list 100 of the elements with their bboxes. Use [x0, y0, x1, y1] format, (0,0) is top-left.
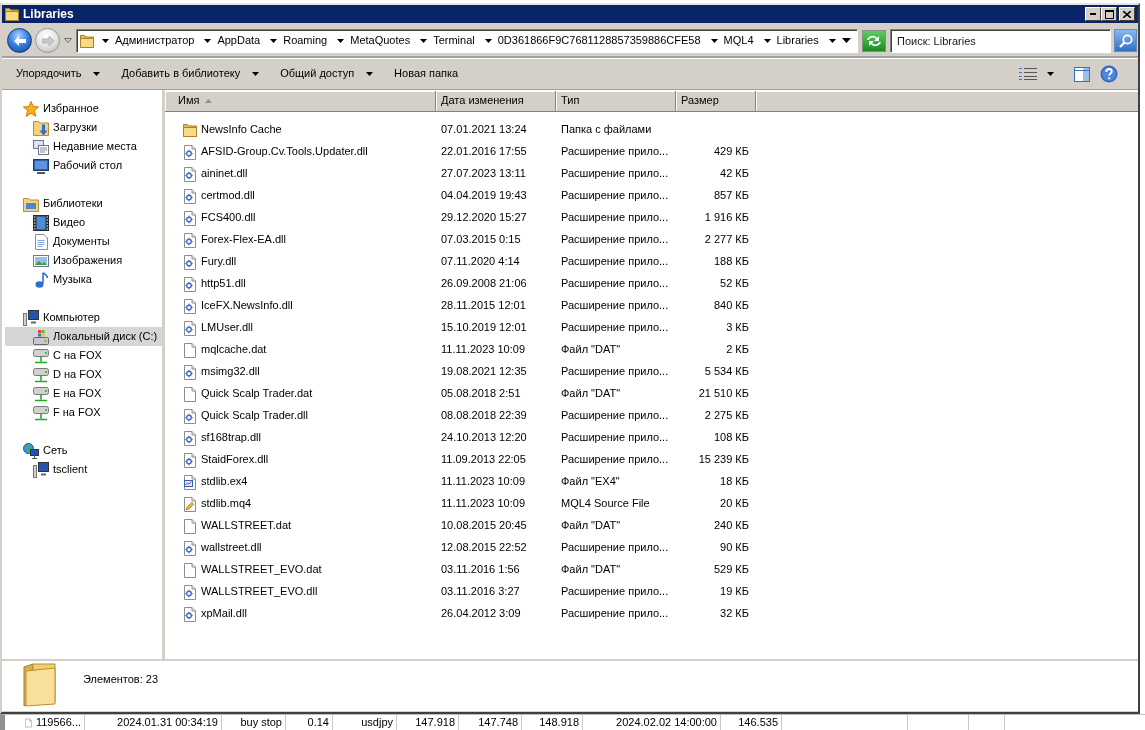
breadcrumb-item[interactable]: Terminal: [431, 33, 477, 48]
file-size: 2 КБ: [726, 343, 749, 357]
sidebar-item[interactable]: tsclient: [5, 460, 162, 479]
file-name[interactable]: stdlib.ex4: [199, 474, 250, 490]
file-name[interactable]: msimg32.dll: [199, 364, 262, 380]
file-size: 3 КБ: [726, 321, 749, 335]
file-name[interactable]: http51.dll: [199, 276, 248, 292]
file-name[interactable]: IceFX.NewsInfo.dll: [199, 298, 295, 314]
caret-icon: [710, 38, 718, 43]
maximize-button[interactable]: [1101, 7, 1117, 21]
file-name[interactable]: Quick Scalp Trader.dll: [199, 408, 310, 424]
table-cell: 146.535: [738, 715, 778, 730]
preview-pane-icon[interactable]: [1074, 66, 1090, 82]
file-name[interactable]: NewsInfo Cache: [199, 122, 284, 138]
sidebar-item[interactable]: D на FOX: [5, 365, 162, 384]
sidebar-item[interactable]: Рабочий стол: [5, 156, 162, 175]
view-list-icon[interactable]: [1019, 68, 1037, 80]
breadcrumb-item[interactable]: MQL4: [721, 33, 756, 48]
caret-icon: [252, 72, 260, 76]
column-header[interactable]: Размер: [676, 91, 756, 112]
breadcrumb-item[interactable]: MetaQuotes: [348, 33, 413, 48]
help-icon[interactable]: [1100, 65, 1118, 83]
file-type: MQL4 Source File: [561, 497, 650, 511]
blank-document-icon: [184, 342, 196, 358]
file-name[interactable]: certmod.dll: [199, 188, 257, 204]
sidebar-item[interactable]: Изображения: [5, 251, 162, 270]
sidebar-item[interactable]: E на FOX: [5, 384, 162, 403]
modified-date: 11.11.2023 10:09: [441, 475, 525, 489]
sidebar-item[interactable]: Недавние места: [5, 137, 162, 156]
file-name[interactable]: Quick Scalp Trader.dat: [199, 386, 315, 402]
document-gear-icon: [184, 430, 196, 446]
sidebar-item[interactable]: Музыка: [5, 270, 162, 289]
breadcrumb-item[interactable]: Roaming: [281, 33, 330, 48]
sidebar-item[interactable]: F на FOX: [5, 403, 162, 422]
toolbar-button[interactable]: Добавить в библиотеку: [115, 64, 266, 84]
table-cell: 0.14: [307, 715, 329, 730]
file-type: Файл "DAT": [561, 563, 621, 577]
file-name[interactable]: WALLSTREET_EVO.dat: [199, 562, 324, 578]
file-name[interactable]: mqlcache.dat: [199, 342, 269, 358]
caret-icon: [93, 72, 101, 76]
file-name[interactable]: stdlib.mq4: [199, 496, 254, 512]
modified-date: 15.10.2019 12:01: [441, 321, 527, 335]
search-button[interactable]: [1114, 29, 1137, 52]
sidebar-item[interactable]: Сеть: [5, 441, 162, 460]
address-bar[interactable]: Администратор AppData Roaming MetaQuotes Terminal 0D361866F9C7681128857359886CFE58 MQL4 Libraries: [76, 28, 858, 53]
document-gear-icon: [184, 166, 196, 182]
modified-date: 10.08.2015 20:45: [441, 519, 527, 533]
file-name[interactable]: LMUser.dll: [199, 320, 255, 336]
file-name[interactable]: WALLSTREET_EVO.dll: [199, 584, 320, 600]
file-name[interactable]: sf168trap.dll: [199, 430, 263, 446]
file-type: Расширение прило...: [561, 607, 669, 621]
breadcrumb-item[interactable]: Libraries: [774, 33, 821, 48]
table-cell: 2024.02.02 14:00:00: [616, 715, 717, 730]
table-cell: 147.748: [478, 715, 518, 730]
sidebar-item[interactable]: Документы: [5, 232, 162, 251]
file-name[interactable]: xpMail.dll: [199, 606, 249, 622]
sidebar-item[interactable]: Видео: [5, 213, 162, 232]
file-name[interactable]: AFSID-Group.Cv.Tools.Updater.dll: [199, 144, 370, 160]
toolbar-button[interactable]: Упорядочить: [10, 64, 107, 84]
file-name[interactable]: wallstreet.dll: [199, 540, 264, 556]
modified-date: 07.11.2020 4:14: [441, 255, 520, 269]
sidebar-item[interactable]: Загрузки: [5, 118, 162, 137]
column-header[interactable]: Тип: [556, 91, 676, 112]
column-header[interactable]: Дата изменения: [436, 91, 556, 112]
sidebar-item[interactable]: Локальный диск (C:): [5, 327, 162, 346]
modified-date: 03.11.2016 1:56: [441, 563, 520, 577]
file-size: 5 534 КБ: [704, 365, 749, 379]
sidebar-item[interactable]: Избранное: [5, 99, 162, 118]
search-field[interactable]: Поиск: Libraries: [890, 28, 1111, 53]
column-header[interactable]: Имя: [165, 91, 436, 112]
close-button[interactable]: [1119, 7, 1135, 21]
file-name[interactable]: Forex-Flex-EA.dll: [199, 232, 288, 248]
modified-date: 27.07.2023 13:11: [441, 167, 526, 181]
close-icon: [1123, 10, 1131, 18]
file-type: Расширение прило...: [561, 255, 669, 269]
modified-date: 11.11.2023 10:09: [441, 497, 525, 511]
folder-arrow-icon: [33, 119, 49, 136]
refresh-button[interactable]: [862, 29, 886, 52]
file-size: 18 КБ: [720, 475, 749, 489]
breadcrumb-item[interactable]: Администратор: [113, 33, 197, 48]
breadcrumb-item[interactable]: AppData: [215, 33, 263, 48]
picture-icon: [33, 254, 49, 267]
file-name[interactable]: aininet.dll: [199, 166, 250, 182]
file-name[interactable]: WALLSTREET.dat: [199, 518, 294, 534]
file-type: Расширение прило...: [561, 453, 669, 467]
back-button[interactable]: [7, 28, 32, 53]
breadcrumb-item[interactable]: 0D361866F9C7681128857359886CFE58: [495, 33, 703, 48]
toolbar-button[interactable]: Общий доступ: [274, 64, 380, 84]
sidebar-item[interactable]: Библиотеки: [5, 194, 162, 213]
file-name[interactable]: FCS400.dll: [199, 210, 258, 226]
folder-large-icon: [23, 663, 57, 707]
minimize-button[interactable]: [1085, 7, 1101, 21]
toolbar-button[interactable]: Новая папка: [388, 64, 465, 84]
file-type: Расширение прило...: [561, 365, 669, 379]
table-cell: 147.918: [415, 715, 455, 730]
caret-icon[interactable]: [1047, 72, 1054, 76]
sidebar-item[interactable]: Компьютер: [5, 308, 162, 327]
file-name[interactable]: Fury.dll: [199, 254, 239, 270]
sidebar-item[interactable]: C на FOX: [5, 346, 162, 365]
file-name[interactable]: StaidForex.dll: [199, 452, 271, 468]
